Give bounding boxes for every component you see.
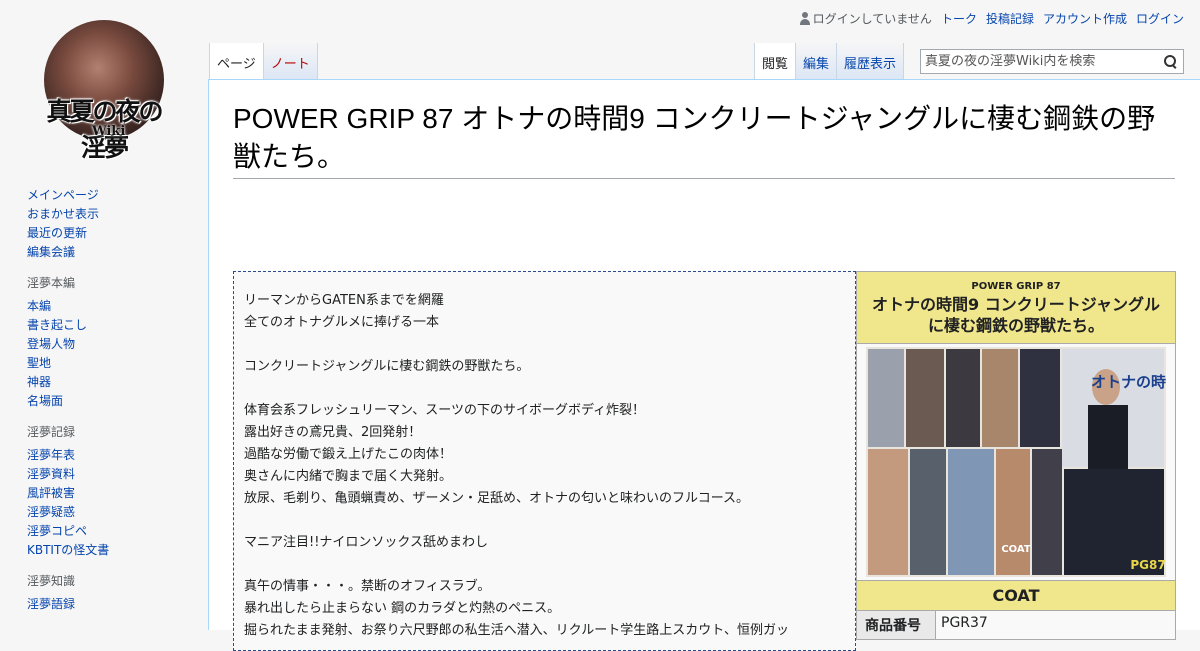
talk-link[interactable]: トーク [941, 10, 977, 27]
description-spacer [244, 378, 845, 400]
tab-edit-label[interactable]: 編集 [803, 53, 829, 72]
tab-talk-label[interactable]: ノート [271, 53, 310, 72]
description-line: 暴れ出したら止まらない 鋼のカラダと灼熱のペニス。 [244, 601, 561, 616]
sidebar-item-community[interactable]: 編集会議 [27, 245, 75, 259]
sidebar-item[interactable]: 淫夢年表 [27, 448, 75, 462]
sidebar-item[interactable]: 淫夢疑惑 [27, 505, 75, 519]
description-line: マニア注目!!ナイロンソックス舐めまわし [244, 535, 489, 550]
description-line: 露出好きの鳶兄貴、2回発射！ [244, 425, 422, 440]
sidebar-item[interactable]: 本編 [27, 299, 51, 313]
infobox-row-key: 商品番号 [857, 611, 936, 639]
personal-tools: ログインしていません トーク 投稿記録 アカウント作成 ログイン [799, 10, 1184, 27]
namespace-tabs: ページ ノート [209, 43, 318, 80]
tab-history[interactable]: 履歴表示 [836, 43, 904, 80]
sidebar-item[interactable]: 書き起こし [27, 318, 87, 332]
page-title: POWER GRIP 87 オトナの時間9 コンクリートジャングルに棲む鋼鉄の野… [233, 100, 1175, 179]
search-icon[interactable] [1164, 55, 1177, 68]
sidebar-item[interactable]: 聖地 [27, 356, 51, 370]
cover-brand: COAT [1001, 544, 1031, 555]
description-line: 真午の情事・・・。禁断のオフィスラブ。 [244, 579, 491, 594]
tab-read[interactable]: 閲覧 [753, 43, 796, 80]
tab-talk[interactable]: ノート [263, 43, 318, 80]
cover-image[interactable]: オトナの時間 COAT PG87 [866, 347, 1181, 577]
sidebar-heading: 淫夢記録 [27, 425, 76, 439]
description-line: 奥さんに内緒で胸まで届く大発射。 [244, 469, 453, 484]
sidebar-heading: 淫夢本編 [27, 276, 76, 290]
infobox-image[interactable]: オトナの時間 COAT PG87 [857, 344, 1181, 581]
view-tabs: 閲覧 編集 履歴表示 [753, 43, 904, 80]
cover-code: PG87 [1130, 558, 1165, 572]
description-line: 体育会系フレッシュリーマン、スーツの下のサイボーグボディ炸裂！ [244, 403, 646, 418]
sidebar-navigation: メインページ おまかせ表示 最近の更新 編集会議 [27, 186, 197, 262]
tab-page-label[interactable]: ページ [217, 53, 256, 72]
description-spacer [244, 334, 845, 356]
logo-subtext: Wiki [92, 124, 126, 139]
sidebar-heading: 淫夢知識 [27, 574, 76, 588]
not-logged-in: ログインしていません [799, 10, 932, 27]
infobox-series: POWER GRIP 87 [971, 281, 1061, 292]
sidebar-item-recent-changes[interactable]: 最近の更新 [27, 226, 87, 240]
login-link[interactable]: ログイン [1136, 10, 1184, 27]
description-line: 過酷な労働で鍛え上げたこの肉体！ [244, 447, 453, 462]
sidebar-item[interactable]: 淫夢語録 [27, 597, 75, 611]
sidebar-item[interactable]: 神器 [27, 375, 51, 389]
sidebar-item-main-page[interactable]: メインページ [27, 188, 99, 202]
search-box [920, 49, 1184, 74]
infobox-title: オトナの時間9 コンクリートジャングルに棲む鋼鉄の野獣たち。 [872, 295, 1160, 335]
content: POWER GRIP 87 オトナの時間9 コンクリートジャングルに棲む鋼鉄の野… [208, 79, 1200, 651]
tab-history-label[interactable]: 履歴表示 [844, 53, 896, 72]
description-line: コンクリートジャングルに棲む鋼鉄の野獣たち。 [244, 359, 530, 374]
sidebar-item[interactable]: 淫夢コピペ [27, 524, 87, 538]
infobox-row: 商品番号 PGR37 [857, 611, 1175, 639]
user-icon [799, 12, 810, 25]
description-line: 放尿、毛剃り、亀頭蝋責め、ザーメン・足舐め、オトナの匂いと味わいのフルコース。 [244, 491, 750, 506]
sidebar-item[interactable]: 淫夢資料 [27, 467, 75, 481]
sidebar-item[interactable]: 登場人物 [27, 337, 75, 351]
contributions-link[interactable]: 投稿記録 [986, 10, 1034, 27]
sidebar-item[interactable]: 名場面 [27, 394, 63, 408]
infobox-row-value: PGR37 [941, 615, 988, 631]
sidebar-item[interactable]: 風評被害 [27, 486, 75, 500]
create-account-link[interactable]: アカウント作成 [1043, 10, 1127, 27]
tab-read-label[interactable]: 閲覧 [762, 53, 788, 72]
description-spacer [244, 510, 845, 532]
description-line: 掘られたまま発射、お祭り六尺野郎の私生活へ潜入、リクルート学生路上スカウト、恒例… [244, 623, 789, 638]
infobox-maker: COAT [857, 581, 1175, 611]
description-box: リーマンからGATEN系までを網羅 全てのオトナグルメに捧げる一本 コンクリート… [233, 271, 856, 651]
sidebar-portal-knowledge: 淫夢知識 淫夢語録 [27, 572, 197, 614]
description-spacer [244, 554, 845, 576]
tab-page[interactable]: ページ [209, 43, 264, 80]
not-logged-in-label: ログインしていません [812, 12, 932, 26]
sidebar: メインページ おまかせ表示 最近の更新 編集会議 淫夢本編 本編 書き起こし 登… [27, 186, 197, 626]
tab-edit[interactable]: 編集 [795, 43, 837, 80]
infobox-header: POWER GRIP 87 オトナの時間9 コンクリートジャングルに棲む鋼鉄の野… [857, 272, 1175, 344]
sidebar-portal-main: 淫夢本編 本編 書き起こし 登場人物 聖地 神器 名場面 [27, 274, 197, 411]
site-logo[interactable]: 真夏の夜の淫夢 Wiki [40, 20, 168, 162]
search-input[interactable] [921, 54, 1164, 69]
sidebar-item-random[interactable]: おまかせ表示 [27, 207, 99, 221]
sidebar-item[interactable]: KBTITの怪文書 [27, 543, 109, 557]
infobox: POWER GRIP 87 オトナの時間9 コンクリートジャングルに棲む鋼鉄の野… [856, 271, 1181, 640]
description-line: 全てのオトナグルメに捧げる一本 [244, 315, 440, 330]
description-line: リーマンからGATEN系までを網羅 [244, 293, 444, 308]
cover-logo-text: オトナの時間 [1091, 373, 1166, 391]
sidebar-portal-records: 淫夢記録 淫夢年表 淫夢資料 風評被害 淫夢疑惑 淫夢コピペ KBTITの怪文書 [27, 423, 197, 560]
